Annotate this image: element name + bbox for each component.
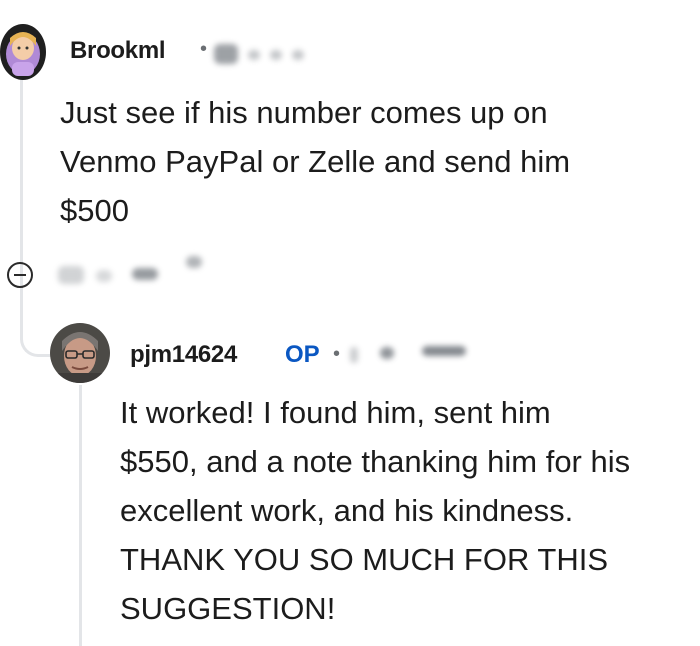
collapse-thread-icon[interactable] [7,262,33,288]
thread-connector-curve [20,300,53,357]
comment1-username[interactable]: Brookml [70,37,166,65]
redacted-collapsed-meta [58,266,84,284]
meta-separator-dot: • [200,38,208,60]
redacted-collapsed-meta [186,256,202,268]
thread-line-reply [79,385,82,646]
avatar-image [50,323,110,383]
reply-body: It worked! I found him, sent him $550, a… [120,395,631,626]
comment1-body: Just see if his number comes up on Venmo… [60,95,571,228]
redacted-timestamp [380,347,394,359]
avatar-brookml[interactable] [0,24,46,80]
avatar-pjm14624[interactable] [50,323,110,383]
avatar-image [0,24,46,80]
redacted-timestamp [292,50,304,60]
redacted-timestamp [270,50,282,60]
redacted-collapsed-meta [96,270,112,282]
redacted-collapsed-meta [132,268,158,280]
redacted-timestamp [422,346,466,356]
meta-separator-dot: • [333,343,341,365]
redacted-timestamp [214,44,238,64]
reply-username[interactable]: pjm14624 [130,341,237,369]
redacted-timestamp [248,50,260,60]
redacted-timestamp [350,347,358,363]
op-badge: OP [285,341,320,368]
